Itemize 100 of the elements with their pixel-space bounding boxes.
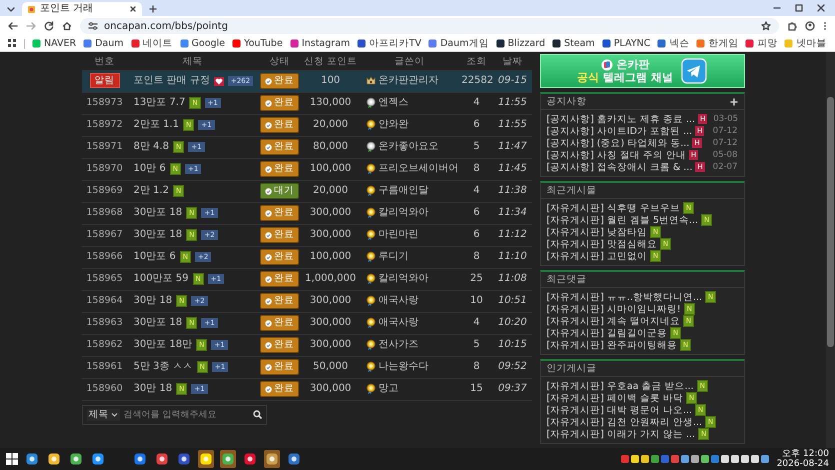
post-title-link[interactable]: 5만 3종 ㅅㅅ <box>134 361 193 373</box>
post-link[interactable]: [자유게시판] 김천 안원짜리 안생... <box>546 416 702 428</box>
bookmark[interactable]: Daum <box>83 38 124 50</box>
post-link[interactable]: [자유게시판] 이래가 가지 않는 ... <box>546 428 696 440</box>
tray-icons-drawing[interactable] <box>620 454 771 464</box>
app-icon <box>70 453 82 465</box>
reload-icon[interactable] <box>44 21 54 31</box>
post-title-link[interactable]: 30만 18 <box>134 383 172 395</box>
post-link[interactable]: [자유게시판] 대박 평문어 나오... <box>546 404 692 416</box>
post-title-link[interactable]: 8만 4.8 <box>134 141 169 153</box>
bookmark[interactable]: NAVER <box>32 38 76 50</box>
check-circle-icon <box>265 254 272 260</box>
author-name[interactable]: 애국사랑 <box>378 317 418 329</box>
profile-icon[interactable] <box>805 21 815 31</box>
bookmark[interactable]: Instagram <box>290 38 350 50</box>
table-cell: 300,000 <box>302 290 360 312</box>
post-title-link[interactable]: 2만 1.2 <box>134 185 169 197</box>
post-link[interactable]: [공지사항] 사칭 절대 주의 안내 <box>546 148 686 162</box>
bookmark[interactable]: PLAYNC <box>602 38 650 50</box>
search-bar[interactable]: 제목 검색어를 입력해주세요 <box>82 404 266 424</box>
bookmark[interactable]: Steam <box>552 38 595 50</box>
search-type-select[interactable]: 제목 <box>86 408 120 420</box>
table-cell: 300,000 <box>302 334 360 356</box>
table-cell: 158967 <box>82 224 128 246</box>
bookmark[interactable]: 넷마블 <box>784 38 826 50</box>
bookmark[interactable]: 피망 <box>745 38 778 50</box>
post-title-link[interactable]: 100만포 59 <box>134 273 188 285</box>
menu-icon[interactable] <box>823 21 827 31</box>
post-link[interactable]: [공지사항] 사이트ID가 포함된 ... <box>546 124 692 138</box>
table-cell: 50,000 <box>302 356 360 378</box>
author-name[interactable]: 엔젝스 <box>378 97 408 109</box>
post-link[interactable]: [자유게시판] 페이백 슬롯 바닥 <box>546 392 683 404</box>
bookmark[interactable]: Daum게임 <box>428 38 489 50</box>
post-link[interactable]: [공지사항] 홈카지노 제휴 종료 ... <box>546 112 696 126</box>
status-button[interactable]: 대기 <box>260 183 299 199</box>
post-link[interactable]: [공지사항] (중요) 타업체와 동... <box>546 136 690 150</box>
plus-icon[interactable] <box>730 98 738 106</box>
post-title-link[interactable]: 30만포 18만 <box>134 339 192 351</box>
bookmark[interactable]: Blizzard <box>496 38 546 50</box>
app-icon <box>244 453 256 465</box>
post-link[interactable]: [자유게시판] 낮잠타임 <box>546 226 647 238</box>
author-name[interactable]: 애국사랑 <box>378 295 418 307</box>
table-cell: 5 <box>460 136 494 158</box>
bookmark[interactable]: 넥슨 <box>657 38 690 50</box>
star-icon[interactable] <box>761 21 771 31</box>
author-name[interactable]: 프리오브세이버어 <box>378 163 458 175</box>
author-name[interactable]: 나는왕수다 <box>378 361 428 373</box>
post-link[interactable]: [자유게시판] 맛점심해요 <box>546 238 657 250</box>
browser-tab[interactable]: 포인트 거래 <box>22 2 142 16</box>
post-link[interactable]: [자유게시판] 길림길이군용 <box>546 326 667 340</box>
post-title-link[interactable]: 10만포 6 <box>134 251 176 263</box>
post-title-link[interactable]: 포인트 판매 규정 <box>134 75 210 87</box>
author-name[interactable]: 얀와완 <box>378 119 408 131</box>
windows-icon[interactable] <box>6 453 18 465</box>
author-name[interactable]: 칼리억와아 <box>378 273 428 285</box>
back-icon[interactable] <box>8 21 18 31</box>
post-link[interactable]: [자유게시판] ㅠㅠ..항박했다니연... <box>546 290 702 304</box>
table-cell: 09:52 <box>494 356 532 378</box>
address-bar[interactable]: oncapan.com/bbs/pointg <box>80 18 779 34</box>
puzzle-icon[interactable] <box>787 21 797 31</box>
bookmark[interactable]: Google <box>180 38 226 50</box>
post-title-link[interactable]: 13만포 7.7 <box>134 97 186 109</box>
post-link[interactable]: [자유게시판] 완주파이팅해용 <box>546 338 677 352</box>
maximize-icon[interactable] <box>795 4 803 12</box>
close-icon[interactable] <box>129 5 137 13</box>
post-title-link[interactable]: 30만포 18 <box>134 317 182 329</box>
bookmark[interactable]: YouTube <box>232 38 283 50</box>
post-link[interactable]: [자유게시판] 월린 겜블 5번연속... <box>546 214 698 226</box>
scrollbar[interactable] <box>826 52 835 448</box>
bookmark[interactable]: 아프리카TV <box>357 38 422 50</box>
bookmark[interactable]: 한게임 <box>696 38 738 50</box>
author-name[interactable]: 루디기 <box>378 251 408 263</box>
author-name[interactable]: 칼리억와아 <box>378 207 428 219</box>
author-name[interactable]: 전사가즈 <box>378 339 418 351</box>
search-icon[interactable] <box>252 410 262 419</box>
tune-icon[interactable] <box>88 21 98 31</box>
check-circle-icon <box>265 342 272 348</box>
post-link[interactable]: [자유게시판] 식후땡 우브우브 <box>546 202 680 214</box>
apps-grid-icon[interactable] <box>8 39 17 48</box>
close-icon[interactable] <box>817 4 825 12</box>
table-cell: 80,000 <box>302 136 360 158</box>
post-link[interactable]: [자유게시판] 고민없이 <box>546 250 647 262</box>
author-name[interactable]: 망고 <box>378 383 398 395</box>
author-name[interactable]: 구름애인달 <box>378 185 428 197</box>
author-name[interactable]: 온카좋아요오 <box>378 141 438 153</box>
taskbar-app[interactable] <box>198 450 214 468</box>
post-title-link[interactable]: 30만포 18 <box>134 229 182 241</box>
post-link[interactable]: [자유게시판] 계속 떨어지네요 <box>546 314 680 328</box>
table-cell: 100,000 <box>302 158 360 180</box>
bookmark[interactable]: 네이트 <box>130 38 173 50</box>
post-title-link[interactable]: 10만 6 <box>134 163 166 175</box>
post-title-link[interactable]: 30만포 18 <box>134 207 182 219</box>
post-link[interactable]: [자유게시판] 시마이임니짜링! <box>546 302 681 316</box>
table-cell: 6 <box>460 224 494 246</box>
post-title-link[interactable]: 30만 18 <box>134 295 172 307</box>
post-title-link[interactable]: 2만포 1.1 <box>134 119 179 131</box>
home-icon[interactable] <box>62 21 72 31</box>
post-link[interactable]: [공지사항] 접속장애시 크롬 & ... <box>546 160 692 174</box>
author-name[interactable]: 마린마린 <box>378 229 418 241</box>
post-link[interactable]: [자유게시판] 우호aa 출금 받으... <box>546 380 694 392</box>
